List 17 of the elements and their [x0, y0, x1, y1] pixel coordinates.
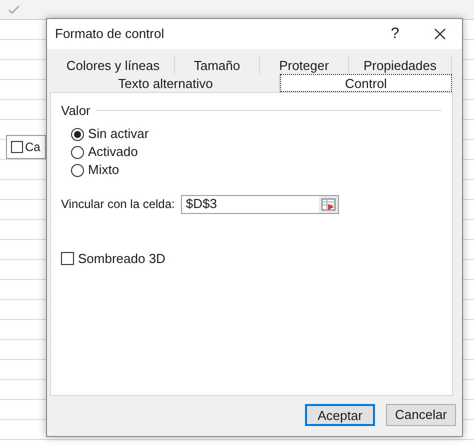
shading-checkbox-option[interactable]: Sombreado 3D: [61, 248, 166, 268]
checkbox-label: Ca: [25, 139, 40, 156]
dialog-button[interactable]: Cancelar: [386, 404, 456, 426]
field-label: Vincular con la celda:: [61, 196, 175, 213]
group-title: Valor: [61, 102, 90, 120]
tab[interactable]: Control: [280, 74, 452, 92]
radio-option[interactable]: Activado: [71, 144, 138, 160]
window-title: Formato de control: [55, 25, 166, 44]
cell-link-field[interactable]: $D$3: [180, 194, 339, 214]
dialog-button[interactable]: Aceptar: [305, 404, 375, 426]
help-button[interactable]: ?: [380, 22, 410, 46]
range-select-icon[interactable]: [318, 196, 338, 212]
radio-option[interactable]: Sin activar: [71, 126, 149, 142]
close-icon[interactable]: [434, 28, 446, 40]
radio-option[interactable]: Mixto: [71, 162, 120, 178]
check-icon: [8, 4, 20, 14]
sheet-checkbox-control[interactable]: Ca: [6, 135, 46, 159]
